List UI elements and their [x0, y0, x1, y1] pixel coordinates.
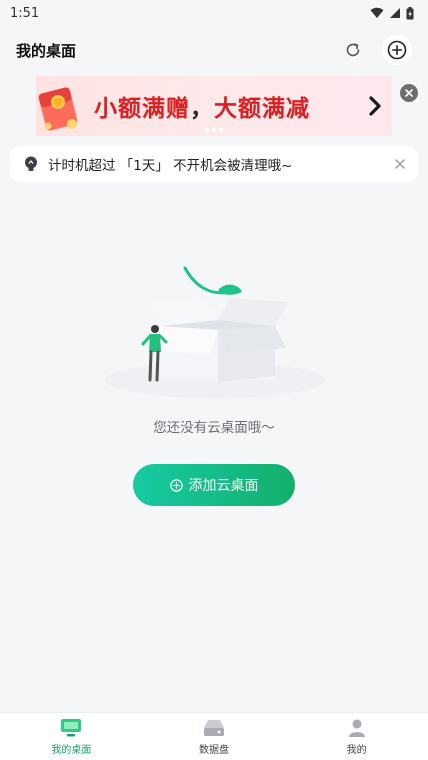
disk-icon — [203, 719, 224, 736]
nav-label-my-desktop: 我的桌面 — [51, 744, 92, 756]
nav-item-me[interactable]: 我的 — [307, 718, 407, 756]
add-cloud-desktop-button[interactable]: 添加云桌面 — [133, 464, 295, 506]
nav-label-data-disk: 数据盘 — [198, 744, 229, 756]
promo-banner[interactable]: 小额满赠，大额满减 — [36, 76, 392, 136]
banner-pagination — [205, 128, 223, 132]
bottom-nav: 我的桌面 数据盘 我的 — [0, 712, 428, 760]
banner-separator: ， — [190, 95, 214, 121]
red-envelope-icon — [36, 76, 90, 136]
close-icon[interactable] — [394, 158, 406, 170]
status-bar: 1:51 — [0, 0, 428, 26]
nav-item-my-desktop[interactable]: 我的桌面 — [21, 718, 121, 756]
banner-text-part-2: 大额满减 — [214, 95, 310, 121]
monitor-icon — [61, 718, 82, 736]
empty-state-message: 您还没有云桌面哦～ — [153, 420, 275, 436]
header-actions — [338, 35, 412, 65]
page-title: 我的桌面 — [16, 41, 77, 60]
notice-text: 计时机超过 「1天」 不开机会被清理哦~ — [48, 158, 293, 174]
wifi-icon — [370, 7, 384, 19]
empty-box-illustration — [105, 266, 325, 398]
banner-headline: 小额满赠，大额满减 — [90, 89, 364, 123]
nav-label-me: 我的 — [346, 744, 367, 756]
nav-item-data-disk[interactable]: 数据盘 — [164, 718, 264, 756]
bulb-icon — [25, 156, 37, 171]
user-icon — [348, 719, 365, 737]
add-desktop-button[interactable] — [382, 35, 412, 65]
banner-close-button[interactable] — [400, 84, 418, 102]
status-icons — [370, 6, 414, 20]
close-icon — [405, 89, 413, 97]
banner-text-part-1: 小额满赠 — [94, 95, 190, 121]
chevron-right-icon — [369, 96, 381, 116]
battery-icon — [406, 6, 414, 19]
notice-bar: 计时机超过 「1天」 不开机会被清理哦~ — [10, 146, 418, 182]
status-time: 1:51 — [10, 5, 40, 21]
add-cloud-desktop-label: 添加云桌面 — [188, 478, 259, 494]
signal-icon — [390, 8, 400, 18]
header: 我的桌面 — [0, 30, 428, 70]
plus-circle-icon — [169, 478, 183, 492]
plus-circle-icon — [387, 40, 407, 60]
refresh-icon — [346, 43, 360, 57]
refresh-button[interactable] — [338, 35, 368, 65]
